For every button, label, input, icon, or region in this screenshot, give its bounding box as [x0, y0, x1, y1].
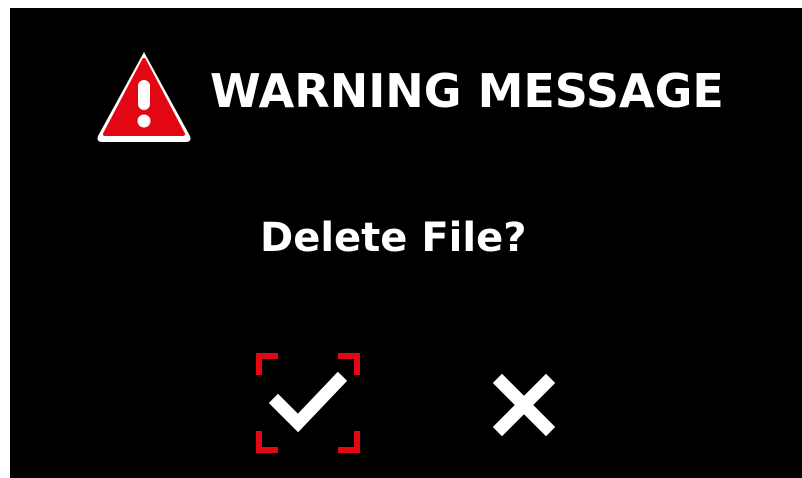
close-x-icon [492, 373, 556, 437]
confirm-button[interactable] [256, 353, 360, 453]
cancel-button[interactable] [492, 373, 556, 437]
checkmark-icon [256, 353, 360, 453]
dialog-question: Delete File? [260, 215, 527, 261]
dialog-header [94, 46, 194, 146]
warning-triangle-icon [97, 52, 191, 142]
warning-dialog: WARNING MESSAGE Delete File? [10, 8, 802, 478]
dialog-title: WARNING MESSAGE [210, 64, 724, 118]
